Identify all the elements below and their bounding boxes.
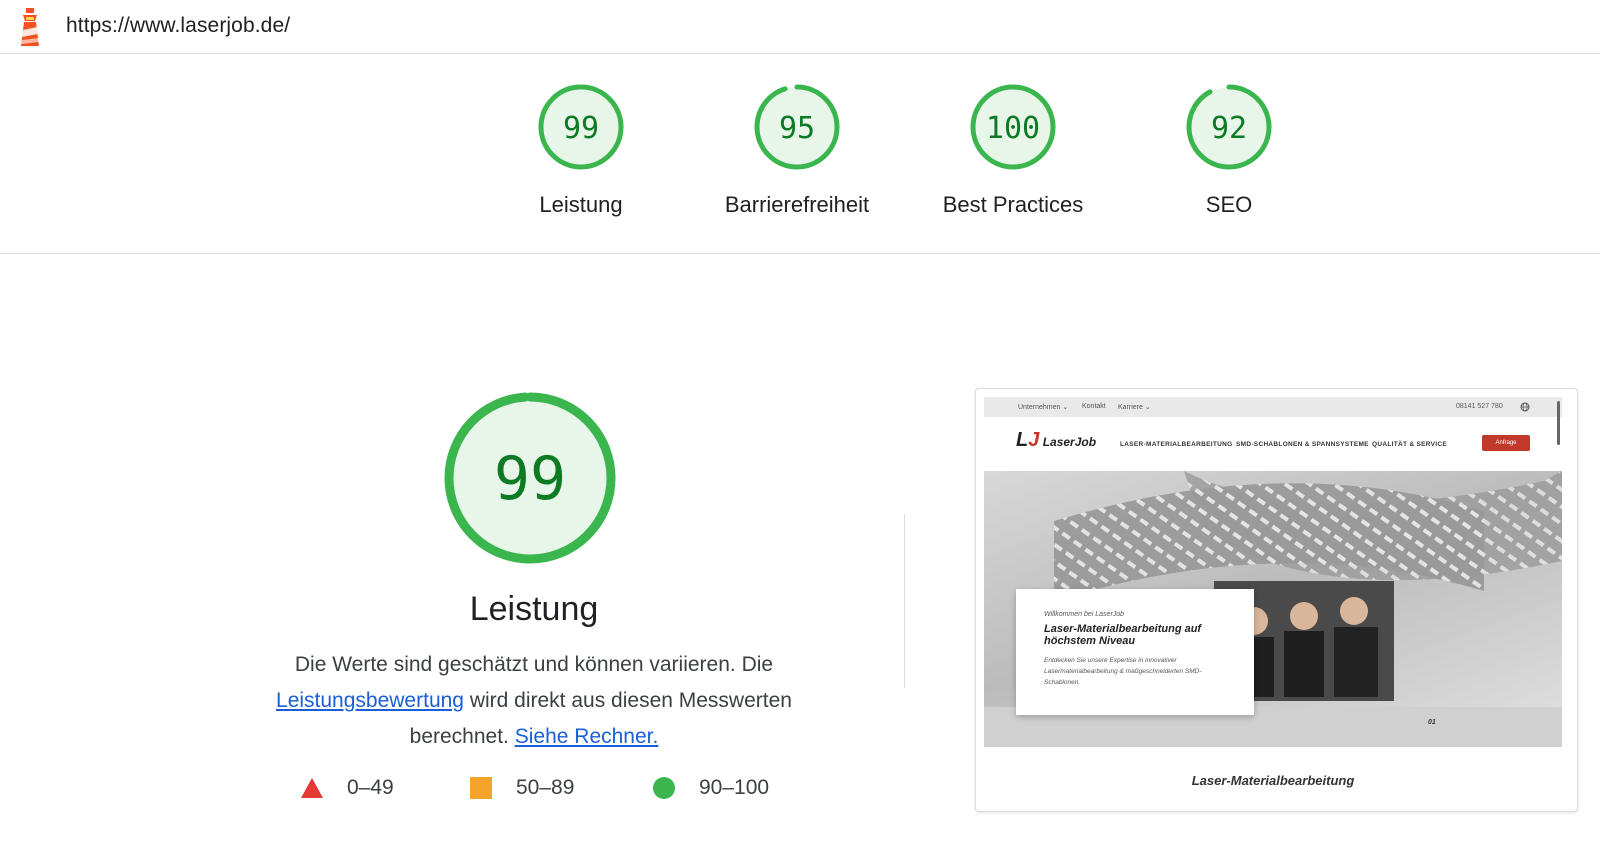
fail-triangle-icon [301, 778, 323, 798]
mini-nav-kontakt: Kontakt [1082, 403, 1106, 410]
performance-description: Die Werte sind geschätzt und können vari… [236, 647, 832, 755]
gauge-score: 100 [986, 111, 1040, 146]
mini-anfrage-button: Anfrage [1482, 435, 1530, 451]
gauge-label: Best Practices [942, 192, 1084, 217]
mini-phone: 08141 527 780 [1456, 403, 1503, 410]
gauge-ring: 99 [538, 84, 624, 170]
mini-section: Laser-Materialbearbeitung [984, 747, 1562, 797]
mini-section-title: Laser-Materialbearbeitung [1191, 773, 1355, 788]
mini-nav-karriere: Karriere ⌄ [1118, 404, 1151, 411]
mini-card-text: Entdecken Sie unsere Expertise in innova… [1044, 657, 1202, 686]
mini-nav-qualitaet: QUALITÄT & SERVICE [1372, 441, 1447, 448]
screenshot-content: Unternehmen ⌄ Kontakt Karriere ⌄ 08141 5… [984, 397, 1562, 797]
average-square-icon [470, 777, 492, 799]
page-screenshot[interactable]: Unternehmen ⌄ Kontakt Karriere ⌄ 08141 5… [975, 388, 1578, 812]
legend-average: 50–89 [470, 776, 574, 800]
gauge-score: 92 [1211, 111, 1247, 146]
score-summary: 99 Leistung 95 Barrierefreiheit 100 Best… [0, 54, 1600, 254]
mini-hero-card: Willkommen bei LaserJob Laser-Materialbe… [1016, 589, 1254, 715]
performance-gauge: 99 [444, 392, 616, 564]
mini-topnav: Unternehmen ⌄ Kontakt Karriere ⌄ 08141 5… [984, 397, 1562, 417]
mini-nav-unternehmen: Unternehmen ⌄ [1018, 404, 1069, 411]
desc-text-1: Die Werte sind geschätzt und können vari… [294, 653, 774, 676]
mini-scrollbar [1557, 401, 1560, 445]
mini-card-kicker: Willkommen bei LaserJob [1044, 611, 1125, 618]
gauge-score: 99 [563, 111, 599, 146]
gauge-label: Barrierefreiheit [724, 192, 870, 217]
lighthouse-icon [21, 8, 39, 46]
performance-score: 99 [494, 444, 566, 514]
calculator-link[interactable]: Siehe Rechner. [515, 725, 659, 748]
legend-fail: 0–49 [301, 776, 394, 800]
gauge-label: SEO [1205, 192, 1253, 217]
mini-card-heading: Laser-Materialbearbeitung auf höchstem N… [1044, 623, 1202, 647]
globe-icon [1520, 402, 1530, 412]
performance-title: Leistung [469, 590, 599, 628]
section-divider [904, 514, 905, 688]
performance-score-link[interactable]: Leistungsbewertung [276, 689, 464, 712]
gauge-ring: 95 [754, 84, 840, 170]
mini-nav-laser: LASER-MATERIALBEARBEITUNG [1120, 441, 1233, 448]
gauge-best-practices[interactable]: 100 Best Practices [913, 82, 1113, 218]
mini-header: LJ LaserJob LASER-MATERIALBEARBEITUNG SM… [984, 417, 1562, 471]
mini-logo: LJ LaserJob [1016, 429, 1097, 451]
pass-circle-icon [653, 777, 675, 799]
gauge-ring: 100 [970, 84, 1056, 170]
legend-range: 50–89 [516, 776, 575, 799]
legend-pass: 90–100 [653, 776, 769, 800]
gauge-label: Leistung [539, 192, 623, 217]
mini-nav-smd: SMD-SCHABLONEN & SPANNSYSTEME [1236, 441, 1369, 448]
legend-range: 90–100 [699, 776, 770, 799]
page-url[interactable]: https://www.laserjob.de/ [66, 14, 290, 38]
gauge-leistung[interactable]: 99 Leistung [481, 82, 681, 218]
legend-range: 0–49 [347, 776, 394, 799]
gauge-score: 95 [779, 111, 815, 146]
top-bar: https://www.laserjob.de/ [0, 0, 1600, 54]
mini-slide-indicator: 01 [1428, 719, 1436, 726]
gauge-seo[interactable]: 92 SEO [1129, 82, 1329, 218]
mini-hero-image: Willkommen bei LaserJob Laser-Materialbe… [984, 471, 1562, 747]
gauge-ring: 92 [1186, 84, 1272, 170]
gauge-barrierefreiheit[interactable]: 95 Barrierefreiheit [697, 82, 897, 218]
